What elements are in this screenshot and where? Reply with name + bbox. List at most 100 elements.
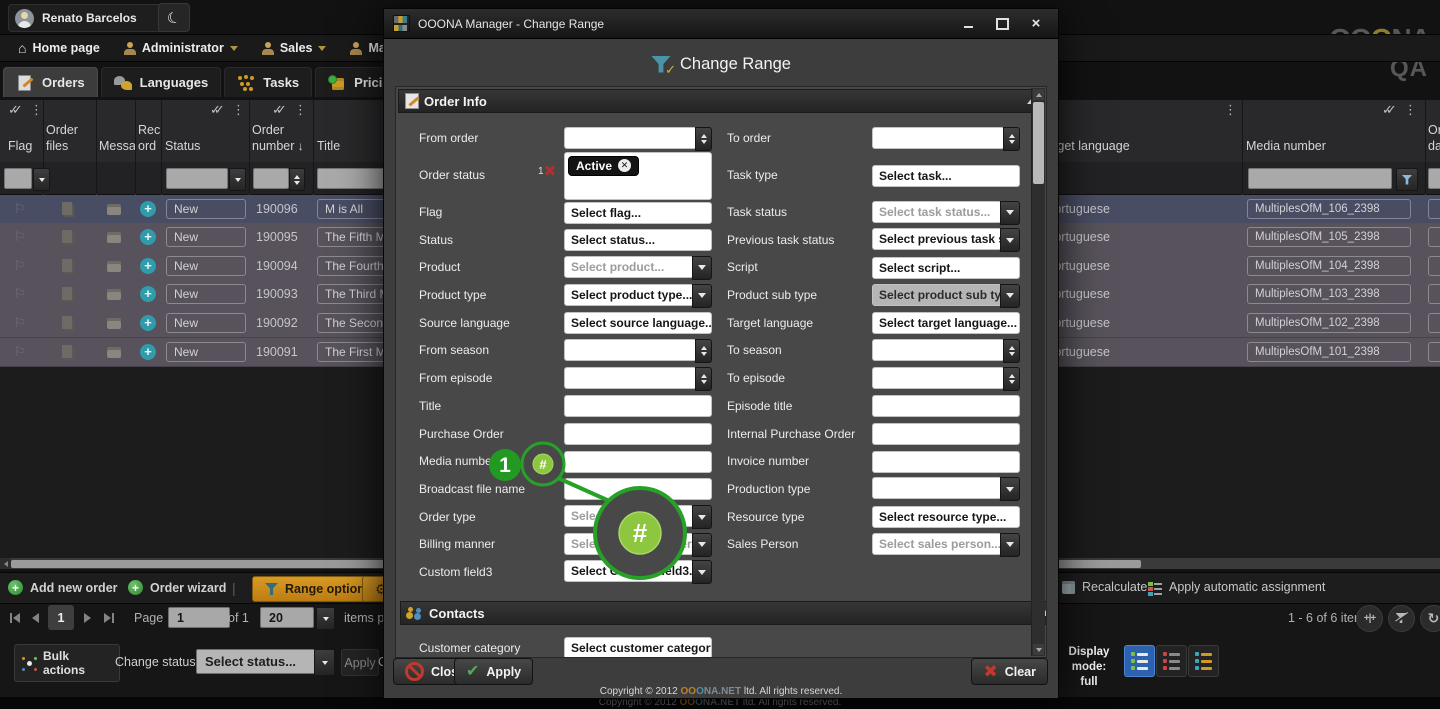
order-files-icon[interactable] xyxy=(62,287,72,300)
column-header-order-date[interactable]: Order date xyxy=(1428,122,1440,154)
theme-toggle-button[interactable]: ☾ xyxy=(158,3,190,32)
field-billing-manner-select[interactable]: Select billing manner... xyxy=(564,533,694,555)
scroll-down-button[interactable] xyxy=(1033,644,1044,655)
flag-icon[interactable]: ⚐ xyxy=(14,344,26,360)
order-wizard-button[interactable]: + Order wizard xyxy=(128,580,226,595)
field-product-type-dropdown-button[interactable] xyxy=(692,284,712,308)
field-from-season-spinner[interactable] xyxy=(695,339,712,363)
field-from-episode-spinner[interactable] xyxy=(695,367,712,391)
column-header-target-language[interactable]: Target language xyxy=(1040,138,1240,154)
field-from-order-spinner[interactable] xyxy=(695,127,712,151)
flag-icon[interactable]: ⚐ xyxy=(14,201,26,217)
order-info-section-header[interactable]: Order Info xyxy=(398,89,1044,113)
apply-automatic-assignment-button[interactable]: Apply automatic assignment xyxy=(1148,580,1325,594)
bulk-status-dropdown-button[interactable] xyxy=(314,649,335,676)
flag-filter-input[interactable] xyxy=(4,168,32,189)
field-internal-purchase-order-input[interactable] xyxy=(872,423,1020,445)
add-record-icon[interactable]: + xyxy=(140,315,156,331)
order-files-icon[interactable] xyxy=(62,345,72,358)
order-number-filter-input[interactable] xyxy=(253,168,289,189)
scrollbar-thumb[interactable] xyxy=(1033,102,1044,184)
remove-tag-icon[interactable]: ✕ xyxy=(618,159,631,172)
order-files-icon[interactable] xyxy=(62,230,72,243)
maximize-button[interactable] xyxy=(989,15,1015,33)
field-task-status-dropdown-button[interactable] xyxy=(1000,201,1020,225)
current-page-button[interactable]: 1 xyxy=(48,605,74,630)
field-resource-type-select[interactable]: Select resource type... xyxy=(872,506,1020,528)
recalculate-button[interactable]: Recalculate xyxy=(1062,580,1147,594)
field-task-status-select[interactable]: Select task status... xyxy=(872,201,1002,223)
field-from-order-input[interactable] xyxy=(564,127,697,149)
clear-filters-button[interactable] xyxy=(1388,605,1415,632)
field-from-episode-input[interactable] xyxy=(564,367,697,389)
dialog-scrollbar[interactable] xyxy=(1031,88,1045,656)
field-flag-select[interactable]: Select flag... xyxy=(564,202,712,224)
flag-icon[interactable]: ⚐ xyxy=(14,258,26,274)
messages-icon[interactable] xyxy=(107,318,121,329)
field-to-season-input[interactable] xyxy=(872,339,1005,361)
remove-all-icon[interactable]: ✖ xyxy=(544,166,557,178)
messages-icon[interactable] xyxy=(107,204,121,215)
field-episode-title-input[interactable] xyxy=(872,395,1020,417)
status-tag[interactable]: Active ✕ xyxy=(568,156,639,176)
hscroll-left-arrow[interactable] xyxy=(0,558,11,569)
order-files-icon[interactable] xyxy=(62,202,72,215)
field-product-dropdown-button[interactable] xyxy=(692,256,712,280)
select-all-icon-flag[interactable]: ✓✓ xyxy=(8,103,23,117)
field-sales-person-select[interactable]: Select sales person... xyxy=(872,533,1002,555)
column-menu-icon-media-number[interactable]: ⋮ xyxy=(1404,103,1417,117)
user-menu[interactable]: Renato Barcelos xyxy=(8,4,166,32)
add-new-order-button[interactable]: + Add new order xyxy=(8,580,118,595)
messages-icon[interactable] xyxy=(107,261,121,272)
field-task-type-select[interactable]: Select task... xyxy=(872,165,1020,187)
status-filter-dropdown-button[interactable] xyxy=(229,168,246,191)
flag-icon[interactable]: ⚐ xyxy=(14,286,26,302)
fit-columns-button[interactable]: +|+ xyxy=(1356,605,1383,632)
tab-orders[interactable]: Orders xyxy=(3,67,98,97)
field-target-language-select[interactable]: Select target language... xyxy=(872,312,1020,334)
add-record-icon[interactable]: + xyxy=(140,344,156,360)
field-sales-person-dropdown-button[interactable] xyxy=(1000,533,1020,557)
media-number-filter-funnel-button[interactable] xyxy=(1396,168,1418,191)
field-custom-field3-select[interactable]: Select Custom field3... xyxy=(564,560,694,582)
next-page-button[interactable] xyxy=(84,608,91,628)
refresh-button[interactable]: ↻ xyxy=(1420,605,1440,632)
field-order-type-dropdown-button[interactable] xyxy=(692,505,712,529)
add-record-icon[interactable]: + xyxy=(140,258,156,274)
add-record-icon[interactable]: + xyxy=(140,229,156,245)
page-number-input[interactable]: 1 xyxy=(168,607,230,628)
status-filter-input[interactable] xyxy=(166,168,228,189)
flag-filter-dropdown-button[interactable] xyxy=(33,168,50,191)
page-size-select[interactable]: 20 xyxy=(260,607,314,628)
field-order-status-tagbox[interactable]: Active ✕ xyxy=(564,152,712,200)
column-menu-icon-target-language[interactable]: ⋮ xyxy=(1224,103,1237,117)
order-files-icon[interactable] xyxy=(62,259,72,272)
field-to-order-input[interactable] xyxy=(872,127,1005,149)
field-status-select[interactable]: Select status... xyxy=(564,229,712,251)
customer-category-select[interactable]: Select customer category... xyxy=(564,637,712,658)
order-files-icon[interactable] xyxy=(62,316,72,329)
scroll-up-button[interactable] xyxy=(1033,89,1044,100)
bulk-actions-button[interactable]: Bulk actions xyxy=(14,644,120,682)
first-page-button[interactable] xyxy=(10,608,20,628)
column-menu-icon-flag[interactable]: ⋮ xyxy=(30,103,43,117)
bulk-apply-button[interactable]: Apply xyxy=(341,649,379,676)
close-window-button[interactable]: × xyxy=(1023,15,1049,33)
dialog-title-bar[interactable]: OOONA Manager - Change Range × xyxy=(384,9,1058,39)
display-mode-compact-button[interactable] xyxy=(1156,645,1187,677)
column-header-messages[interactable]: Messa xyxy=(99,138,135,154)
column-menu-icon-status[interactable]: ⋮ xyxy=(232,103,245,117)
field-to-season-spinner[interactable] xyxy=(1003,339,1020,363)
display-mode-mixed-button[interactable] xyxy=(1188,645,1219,677)
previous-page-button[interactable] xyxy=(32,608,39,628)
tab-tasks[interactable]: Tasks xyxy=(224,67,312,97)
field-to-episode-spinner[interactable] xyxy=(1003,367,1020,391)
last-page-button[interactable] xyxy=(104,608,114,628)
menubar-item-sales[interactable]: Sales xyxy=(252,36,337,60)
field-product-select[interactable]: Select product... xyxy=(564,256,694,278)
field-title-input[interactable] xyxy=(564,395,712,417)
field-invoice-number-input[interactable] xyxy=(872,451,1020,473)
dialog-apply-button[interactable]: ✔ Apply xyxy=(454,658,533,685)
menubar-item-administrator[interactable]: Administrator xyxy=(114,36,248,60)
display-mode-full-button[interactable] xyxy=(1124,645,1155,677)
